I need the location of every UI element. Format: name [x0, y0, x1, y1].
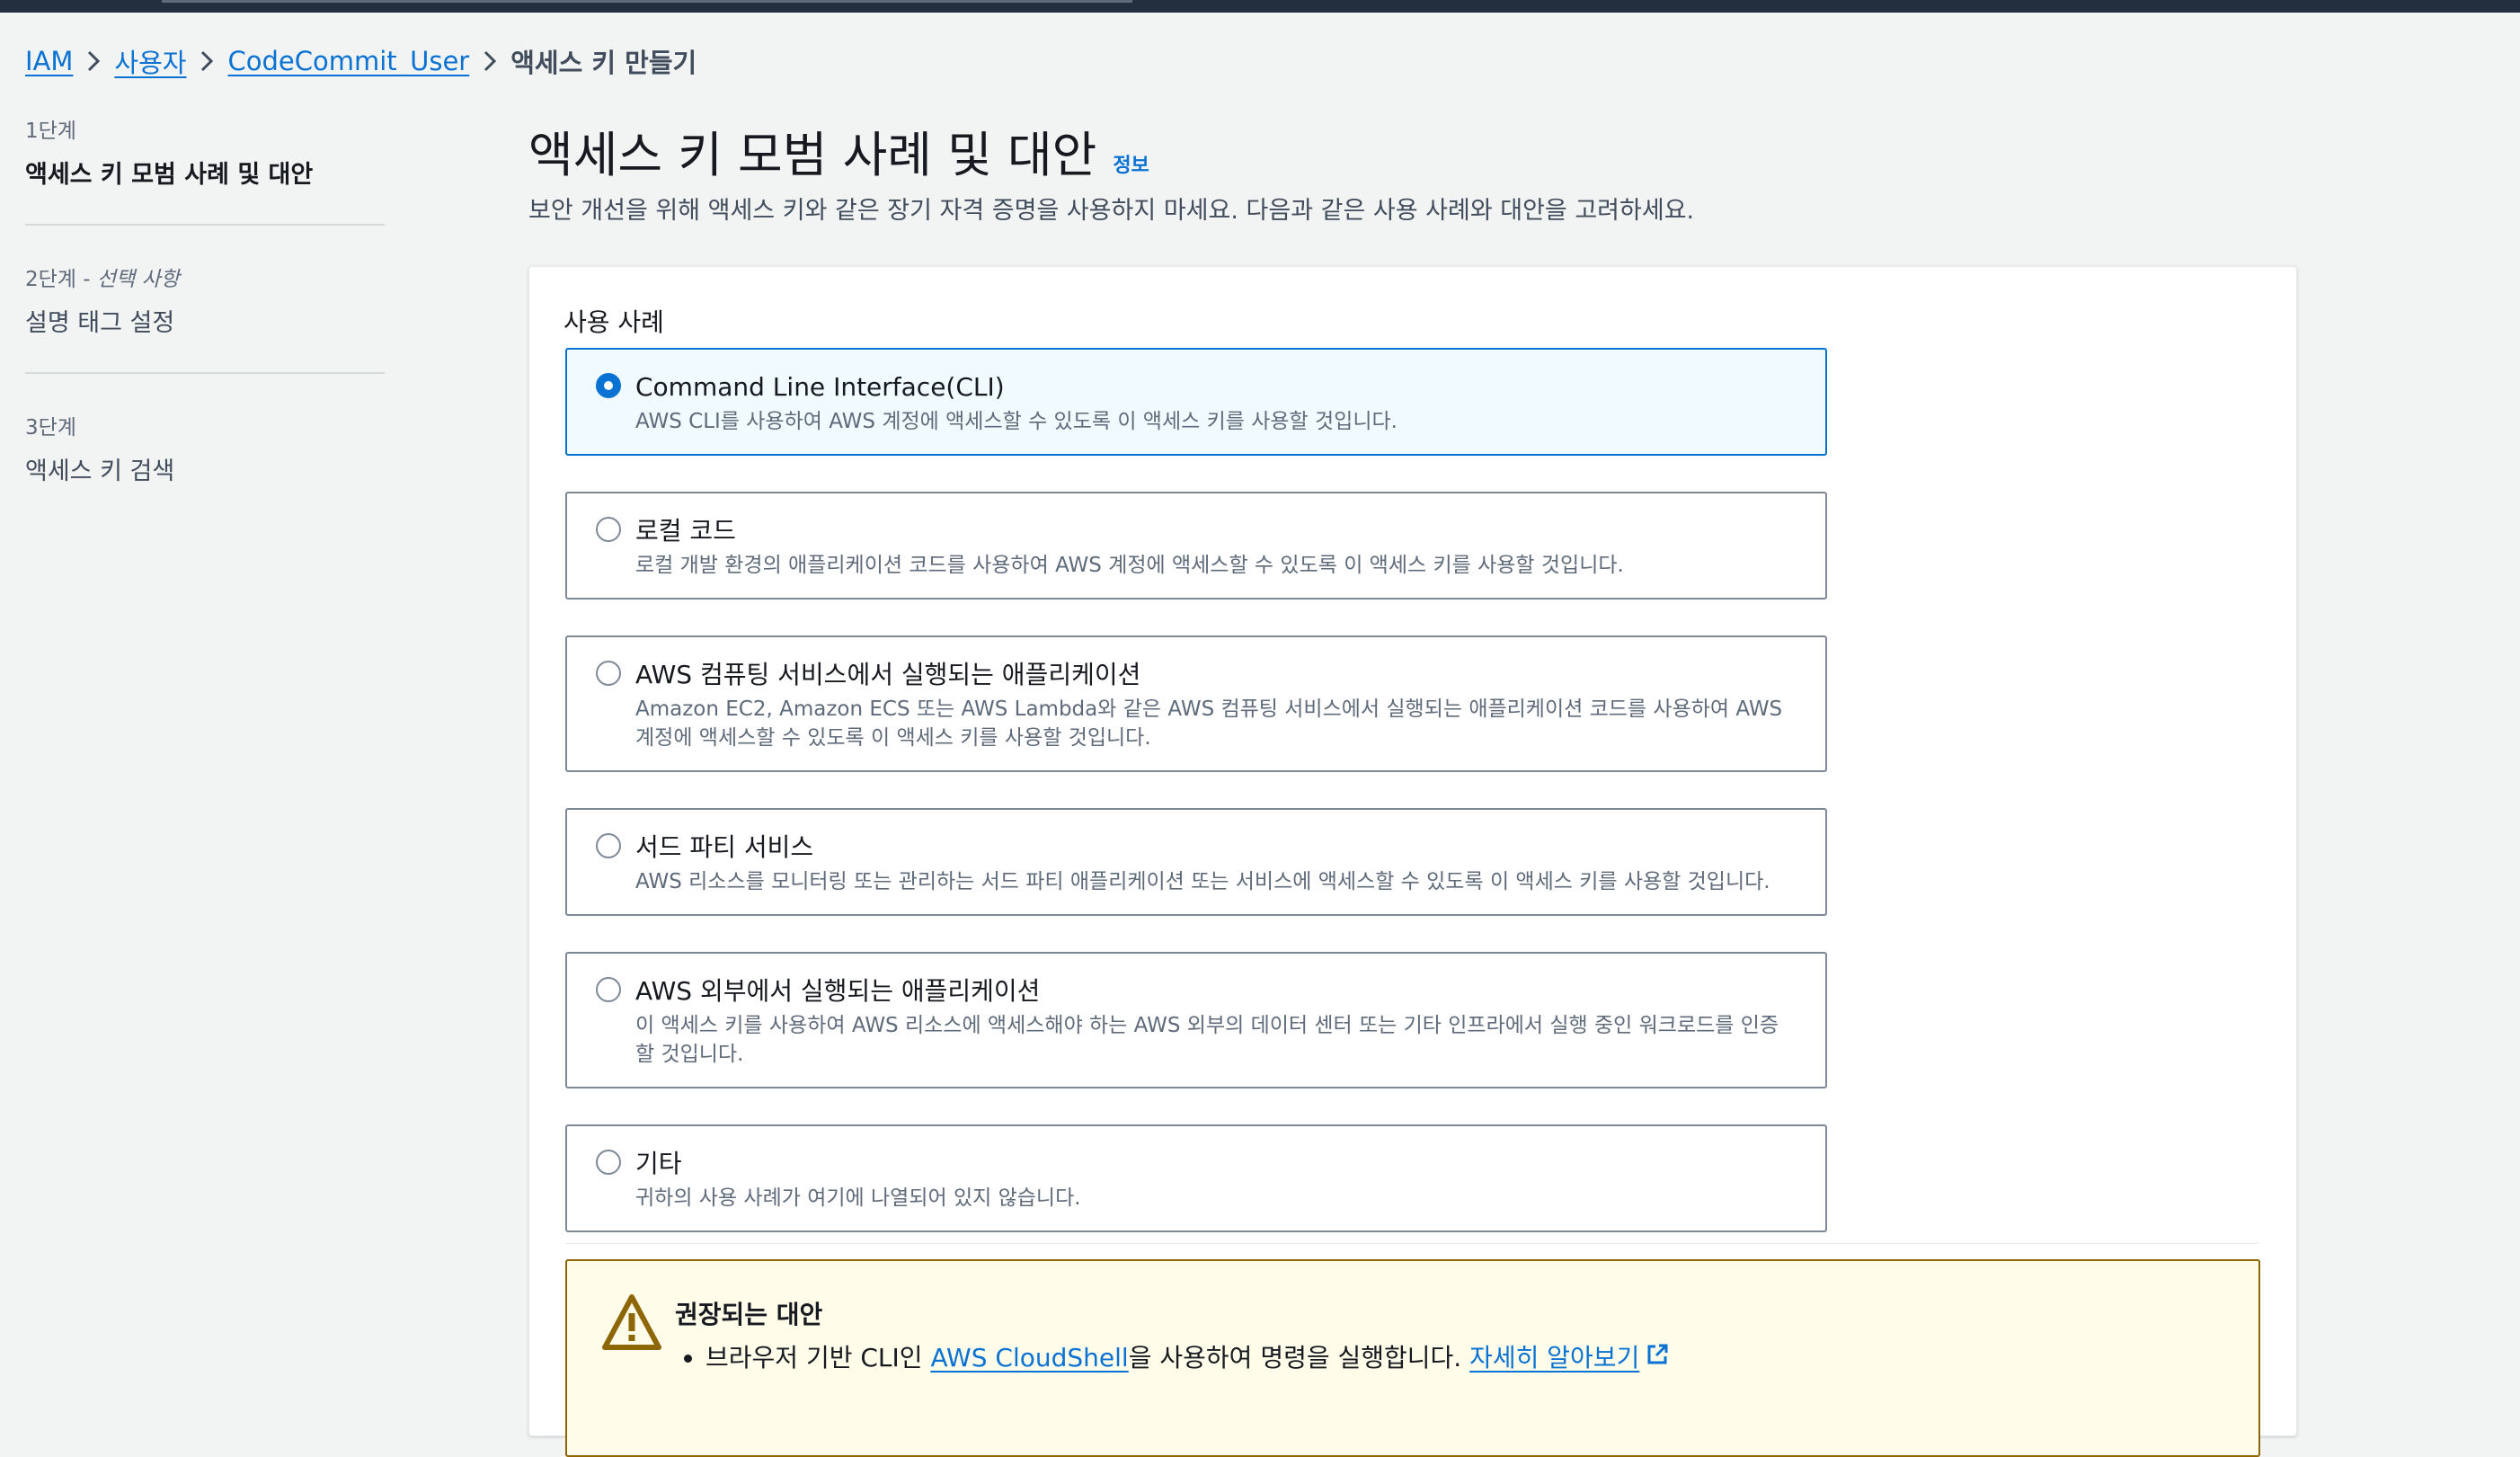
section-divider [565, 1243, 2258, 1244]
step-number: 3단계 [25, 416, 76, 440]
use-case-option-local-code[interactable]: 로컬 코드 로컬 개발 환경의 애플리케이션 코드를 사용하여 AWS 계정에 … [565, 492, 1827, 600]
learn-more-label: 자세히 알아보기 [1469, 1343, 1640, 1373]
alert-list-item: 브라우저 기반 CLI인 AWS CloudShell을 사용하여 명령을 실행… [705, 1337, 1670, 1381]
use-case-panel: 사용 사례 Command Line Interface(CLI) AWS CL… [528, 266, 2297, 1457]
info-link[interactable]: 정보 [1113, 149, 1149, 178]
radio-button[interactable] [596, 977, 621, 1002]
page-header: 액세스 키 모범 사례 및 대안 정보 [528, 115, 1149, 186]
top-bar-search-edge [162, 0, 1132, 3]
learn-more-link[interactable]: 자세히 알아보기 [1469, 1343, 1670, 1373]
console-top-bar [0, 0, 2520, 13]
chevron-right-icon [186, 49, 227, 74]
option-description: 귀하의 사용 사례가 여기에 나열되어 있지 않습니다. [635, 1186, 1081, 1210]
use-case-option-outside-aws[interactable]: AWS 외부에서 실행되는 애플리케이션 이 액세스 키를 사용하여 AWS 리… [565, 952, 1827, 1088]
option-title: 로컬 코드 [635, 516, 736, 546]
step-title: 설명 태그 설정 [25, 309, 175, 337]
step-optional-label: 선택 사항 [96, 268, 180, 291]
option-description: AWS CLI를 사용하여 AWS 계정에 액세스할 수 있도록 이 액세스 키… [635, 410, 1398, 433]
page-description: 보안 개선을 위해 액세스 키와 같은 장기 자격 증명을 사용하지 마세요. … [528, 197, 1695, 225]
option-title: 서드 파티 서비스 [635, 832, 814, 862]
step-title: 액세스 키 검색 [25, 458, 175, 485]
breadcrumb: IAM 사용자 CodeCommit_User 액세스 키 만들기 [25, 43, 697, 79]
option-title: 기타 [635, 1149, 682, 1178]
option-title: Command Line Interface(CLI) [635, 372, 1005, 402]
chevron-right-icon [469, 49, 510, 74]
step-number: 1단계 [25, 120, 76, 143]
step-title: 액세스 키 모범 사례 및 대안 [25, 161, 314, 189]
option-description: 이 액세스 키를 사용하여 AWS 리소스에 액세스해야 하는 AWS 외부의 … [635, 1014, 1779, 1066]
radio-button[interactable] [596, 661, 621, 686]
alert-list: 브라우저 기반 CLI인 AWS CloudShell을 사용하여 명령을 실행… [675, 1337, 1670, 1381]
radio-button[interactable] [596, 373, 621, 398]
alert-title: 권장되는 대안 [675, 1300, 823, 1329]
external-link-icon [1645, 1337, 1670, 1381]
radio-button[interactable] [596, 517, 621, 542]
wizard-step-1: 1단계 액세스 키 모범 사례 및 대안 [25, 113, 385, 226]
step-number: 2단계 - 선택 사항 [25, 268, 180, 291]
option-title: AWS 컴퓨팅 서비스에서 실행되는 애플리케이션 [635, 660, 1141, 689]
use-case-label: 사용 사례 [563, 307, 664, 337]
wizard-step-3[interactable]: 3단계 액세스 키 검색 [25, 410, 385, 520]
option-title: AWS 외부에서 실행되는 애플리케이션 [635, 976, 1041, 1006]
warning-icon [601, 1293, 662, 1355]
cloudshell-link[interactable]: AWS CloudShell [930, 1343, 1128, 1373]
option-description: 로컬 개발 환경의 애플리케이션 코드를 사용하여 AWS 계정에 액세스할 수… [635, 554, 1624, 577]
alert-text: 을 사용하여 명령을 실행합니다. [1128, 1343, 1470, 1373]
breadcrumb-current: 액세스 키 만들기 [510, 48, 697, 78]
breadcrumb-link-users[interactable]: 사용자 [114, 42, 186, 80]
use-case-option-other[interactable]: 기타 귀하의 사용 사례가 여기에 나열되어 있지 않습니다. [565, 1124, 1827, 1232]
use-case-option-compute[interactable]: AWS 컴퓨팅 서비스에서 실행되는 애플리케이션 Amazon EC2, Am… [565, 635, 1827, 772]
recommended-alternatives-alert: 권장되는 대안 브라우저 기반 CLI인 AWS CloudShell을 사용하… [565, 1259, 2260, 1457]
option-description: Amazon EC2, Amazon ECS 또는 AWS Lambda와 같은… [635, 697, 1783, 750]
use-case-option-third-party[interactable]: 서드 파티 서비스 AWS 리소스를 모니터링 또는 관리하는 서드 파티 애플… [565, 808, 1827, 916]
chevron-right-icon [73, 49, 114, 74]
option-description: AWS 리소스를 모니터링 또는 관리하는 서드 파티 애플리케이션 또는 서비… [635, 870, 1770, 893]
wizard-steps: 1단계 액세스 키 모범 사례 및 대안 2단계 - 선택 사항 설명 태그 설… [25, 113, 385, 556]
radio-button[interactable] [596, 833, 621, 858]
use-case-option-cli[interactable]: Command Line Interface(CLI) AWS CLI를 사용하… [565, 348, 1827, 456]
alert-text: 브라우저 기반 CLI인 [705, 1343, 931, 1373]
breadcrumb-link-iam[interactable]: IAM [25, 46, 73, 76]
breadcrumb-link-user[interactable]: CodeCommit_User [227, 46, 469, 76]
radio-button[interactable] [596, 1150, 621, 1175]
page-title: 액세스 키 모범 사례 및 대안 [528, 127, 1097, 183]
wizard-step-2[interactable]: 2단계 - 선택 사항 설명 태그 설정 [25, 262, 385, 374]
